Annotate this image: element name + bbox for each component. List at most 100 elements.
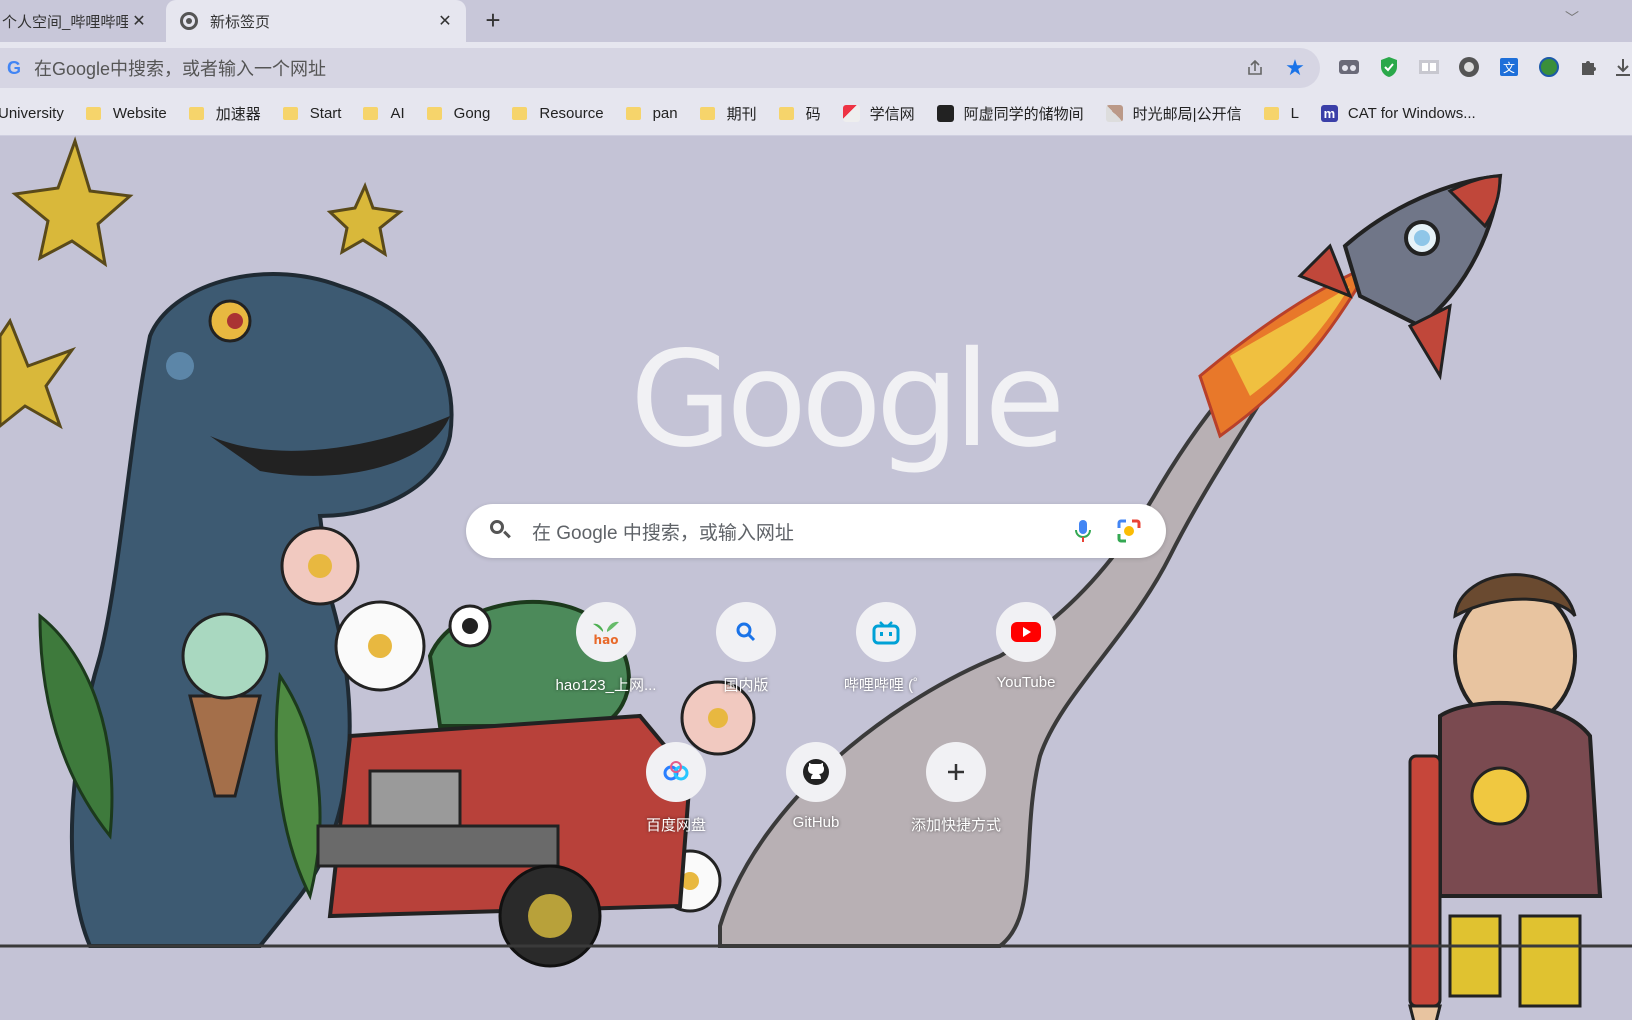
globe-extension-icon[interactable] — [1536, 54, 1562, 80]
close-icon[interactable]: ✕ — [434, 10, 456, 32]
search-input[interactable]: 在 Google 中搜索，或输入网址 — [532, 518, 1068, 545]
folder-icon — [778, 107, 794, 120]
search-icon — [488, 518, 514, 544]
add-shortcut-button[interactable]: 添加快捷方式 — [896, 742, 1016, 862]
shortcut-label: GitHub — [792, 814, 840, 831]
bookmark-chsi[interactable]: 学信网 — [842, 103, 915, 124]
chrome-icon — [180, 12, 198, 30]
address-bar[interactable]: G 在Google中搜索，或者输入一个网址 ★ — [0, 48, 1320, 88]
shortcut-github[interactable]: GitHub — [756, 742, 876, 862]
bookmark-label: 阿虚同学的储物间 — [963, 106, 1084, 123]
axu-icon — [936, 105, 954, 122]
translate-extension-icon[interactable]: 文 — [1496, 54, 1522, 80]
star-decoration — [0, 317, 77, 430]
shortcut-label: 添加快捷方式 — [910, 817, 1001, 834]
bookmarks-bar: University Website 加速器 Start AI Gong Res… — [0, 92, 1632, 136]
download-icon[interactable] — [1614, 54, 1632, 80]
shortcut-label: hao123_上网... — [555, 677, 657, 694]
bookmark-folder-resource[interactable]: Resource — [512, 105, 604, 122]
chsi-icon — [842, 105, 860, 122]
bookmark-label: pan — [652, 105, 678, 122]
bookmark-label: Website — [112, 105, 167, 122]
bookmark-folder-gong[interactable]: Gong — [426, 105, 491, 122]
shortcut-label: YouTube — [996, 674, 1056, 691]
folder-icon — [1263, 107, 1279, 120]
toolbar: G 在Google中搜索，或者输入一个网址 ★ 文 — [0, 42, 1632, 92]
bookmark-label: 学信网 — [869, 106, 915, 123]
shortcut-baidu-pan[interactable]: 百度网盘 — [616, 742, 736, 862]
bookmark-time-post[interactable]: 时光邮局|公开信 — [1105, 103, 1242, 124]
bing-search-icon — [716, 602, 776, 662]
chevron-down-icon[interactable]: ﹀ — [1565, 8, 1579, 28]
bookmark-folder-university[interactable]: University — [0, 105, 64, 122]
github-icon — [786, 742, 846, 802]
folder-icon — [625, 107, 641, 120]
folder-icon — [85, 107, 101, 120]
pencil — [1408, 754, 1442, 1008]
bookmark-label: Gong — [453, 105, 491, 122]
bookmark-label: CAT for Windows... — [1347, 105, 1476, 122]
bookmark-folder-pan[interactable]: pan — [625, 105, 678, 122]
bookmark-axu-storage[interactable]: 阿虚同学的储物间 — [936, 103, 1084, 124]
shortcut-youtube[interactable]: YouTube — [966, 602, 1086, 722]
shortcut-bing-cn[interactable]: 国内版 — [686, 602, 806, 722]
shortcut-label: 百度网盘 — [645, 817, 706, 834]
bookmark-label: University — [0, 105, 64, 122]
bookmark-folder-accelerator[interactable]: 加速器 — [188, 103, 261, 124]
share-icon[interactable] — [1240, 53, 1270, 83]
circle-extension-icon[interactable] — [1456, 54, 1482, 80]
svg-text:文: 文 — [1503, 60, 1515, 75]
bookmark-label: 时光邮局|公开信 — [1132, 106, 1242, 123]
folder-icon — [699, 107, 715, 120]
bookmark-label: 码 — [805, 106, 821, 123]
tab-new-tab[interactable]: 新标签页 ✕ — [166, 0, 466, 42]
microphone-icon[interactable] — [1068, 516, 1098, 546]
quill-icon — [1105, 105, 1123, 122]
reader-extension-icon[interactable] — [1416, 54, 1442, 80]
adguard-extension-icon[interactable] — [1376, 54, 1402, 80]
address-input[interactable]: 在Google中搜索，或者输入一个网址 — [34, 55, 1240, 81]
bookmark-label: 加速器 — [215, 106, 261, 123]
ntp-search-box[interactable]: 在 Google 中搜索，或输入网址 — [466, 504, 1166, 558]
puzzle-extensions-icon[interactable] — [1576, 54, 1602, 80]
close-icon[interactable]: ✕ — [128, 10, 150, 32]
google-lens-icon[interactable] — [1114, 516, 1144, 546]
bookmark-label: Start — [309, 105, 342, 122]
tab-strip: 个人空间_哔哩哔哩 ✕ 新标签页 ✕ + ﹀ — [0, 0, 1632, 42]
shortcut-bilibili[interactable]: 哔哩哔哩 (゜ — [826, 602, 946, 722]
bookmark-folder-website[interactable]: Website — [85, 105, 167, 122]
google-logo: Google — [630, 323, 1065, 477]
folder-icon — [282, 107, 298, 120]
star-decoration — [326, 182, 404, 258]
cat-m-icon: m — [1320, 105, 1338, 122]
youtube-icon — [996, 602, 1056, 662]
folder-icon — [426, 107, 442, 120]
folder-icon — [363, 107, 379, 120]
bookmark-label: AI — [390, 105, 405, 122]
theme-illustration — [0, 136, 1632, 1020]
new-tab-button[interactable]: + — [480, 7, 506, 34]
bookmark-folder-start[interactable]: Start — [282, 105, 342, 122]
bookmark-folder-journals[interactable]: 期刊 — [699, 103, 757, 124]
folder-icon — [512, 107, 528, 120]
shortcut-hao123[interactable]: hao hao123_上网... — [546, 602, 666, 722]
tab-bilibili-space[interactable]: 个人空间_哔哩哔哩 ✕ — [0, 0, 160, 42]
baidu-pan-icon — [646, 742, 706, 802]
bookmark-folder-ai[interactable]: AI — [363, 105, 405, 122]
new-tab-page: Google 在 Google 中搜索，或输入网址 hao hao123_上网.… — [0, 136, 1632, 1020]
bookmark-folder-l[interactable]: L — [1263, 105, 1299, 122]
bilibili-icon — [856, 602, 916, 662]
tab-title: 新标签页 — [210, 13, 271, 31]
bookmark-star-icon[interactable]: ★ — [1280, 53, 1310, 83]
shortcut-label: 国内版 — [723, 677, 769, 694]
star-decoration — [11, 136, 134, 268]
bookmark-folder-code[interactable]: 码 — [778, 103, 821, 124]
shortcut-label: 哔哩哔哩 (゜ — [843, 677, 929, 694]
bookmark-label: Resource — [539, 105, 604, 122]
incognito-extension-icon[interactable] — [1336, 54, 1362, 80]
hao123-icon: hao — [576, 602, 636, 662]
google-g-icon: G — [6, 58, 21, 78]
folder-icon — [188, 107, 204, 120]
plus-icon — [926, 742, 986, 802]
bookmark-cat-windows[interactable]: m CAT for Windows... — [1320, 105, 1476, 122]
